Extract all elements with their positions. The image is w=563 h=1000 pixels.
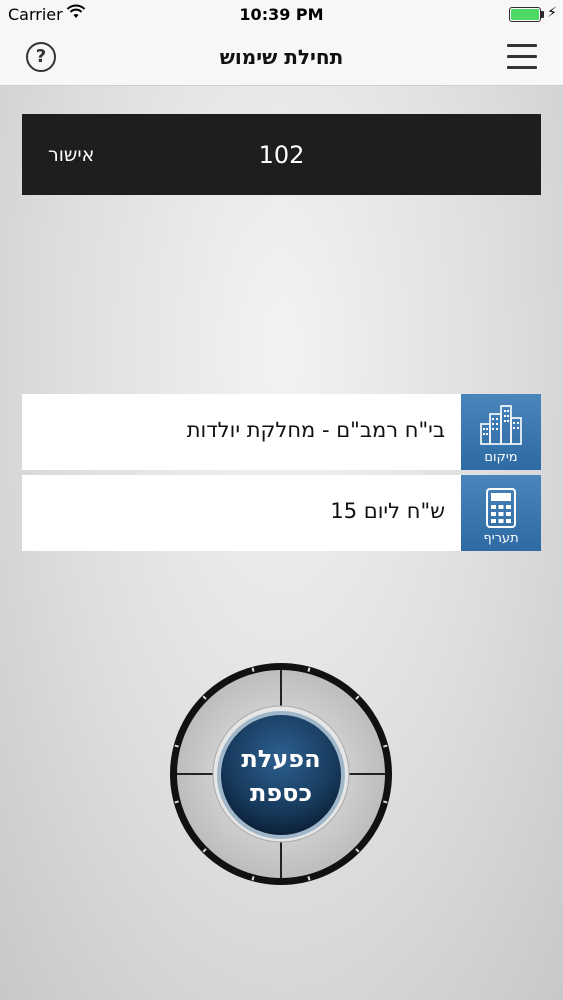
dial-tick: [307, 667, 311, 672]
activate-button-bg: [217, 711, 345, 839]
code-value: 102: [258, 141, 305, 169]
tariff-tile-label: תעריף: [483, 531, 519, 546]
charging-icon: ⚡: [547, 5, 557, 21]
dial-tick: [251, 667, 255, 672]
confirm-button[interactable]: אישור: [48, 144, 94, 166]
activate-label-line2: כספת: [249, 779, 313, 807]
activate-label-line1: הפעלת: [241, 745, 321, 773]
dial-tick: [251, 876, 255, 881]
code-panel: 102 אישור: [22, 114, 541, 195]
location-tile-label: מיקום: [484, 450, 518, 465]
dial-tick: [174, 800, 179, 804]
location-row[interactable]: בי"ח רמב"ם - מחלקת יולדות מיקום: [22, 394, 541, 470]
page-title: תחילת שימוש: [219, 45, 344, 69]
battery-icon: [509, 7, 541, 22]
dial-tick: [383, 744, 388, 748]
nav-bar: ? תחילת שימוש: [0, 30, 563, 86]
activate-safe-button[interactable]: הפעלת כספת: [215, 709, 347, 841]
location-tile[interactable]: מיקום: [461, 394, 541, 470]
calculator-icon: [486, 488, 516, 528]
dial-tick: [174, 744, 179, 748]
menu-button[interactable]: [507, 44, 537, 70]
tariff-tile[interactable]: תעריף: [461, 475, 541, 551]
location-text: בי"ח רמב"ם - מחלקת יולדות: [186, 418, 445, 442]
status-bar: Carrier 10:39 PM ⚡: [0, 0, 563, 30]
battery-tip: [541, 11, 544, 18]
hamburger-icon: [507, 44, 537, 47]
clock: 10:39 PM: [239, 5, 324, 24]
tariff-text: ש"ח ליום 15: [330, 499, 445, 523]
dial-tick: [307, 876, 311, 881]
tariff-row[interactable]: ש"ח ליום 15 תעריף: [22, 475, 541, 551]
dial-tick: [383, 800, 388, 804]
buildings-icon: [480, 405, 522, 445]
